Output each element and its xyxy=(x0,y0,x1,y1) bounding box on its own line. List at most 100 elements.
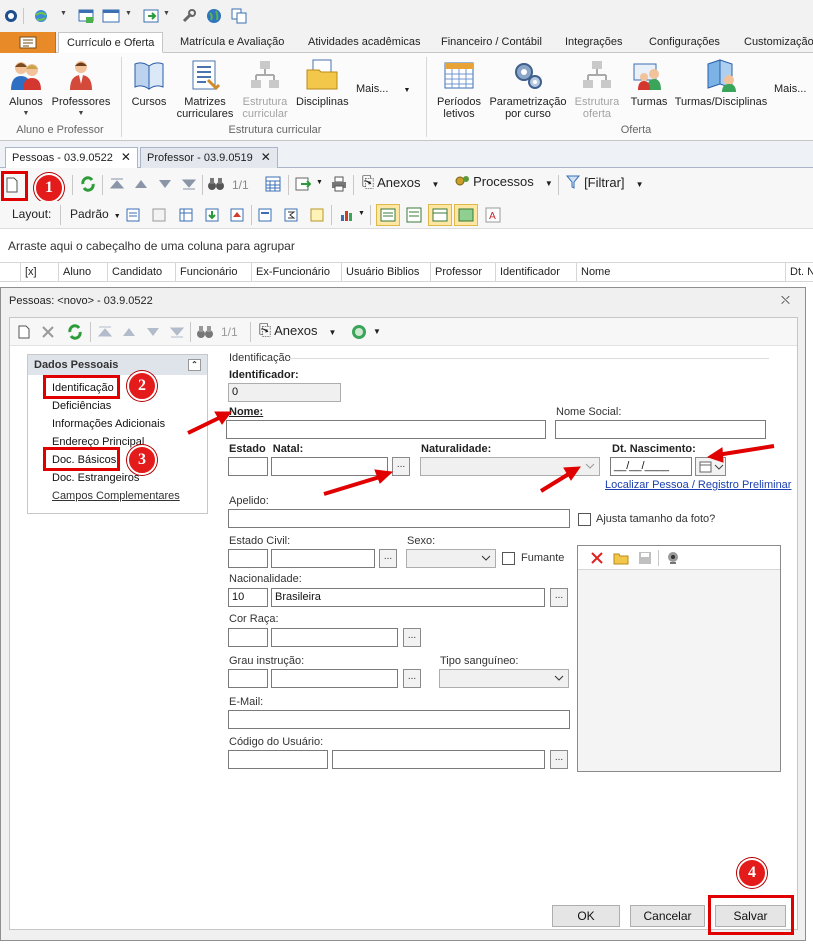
close-icon[interactable]: ✕ xyxy=(261,150,271,164)
column-header-candidato[interactable]: Candidato xyxy=(107,263,175,282)
text-format-icon[interactable]: A xyxy=(484,206,502,224)
filtrar-menu[interactable]: [Filtrar] ▼ xyxy=(565,174,644,190)
annotation-badge-1: 1 xyxy=(34,173,64,203)
toolbar-separator xyxy=(558,175,559,195)
export-arrow-icon[interactable] xyxy=(294,175,312,193)
tab-integracoes[interactable]: Integrações xyxy=(557,32,630,53)
tab-configuracoes[interactable]: Configurações xyxy=(641,32,728,53)
chevron-down-icon[interactable]: ▼ xyxy=(60,10,67,17)
parametrizacao-curso-button[interactable]: Parametrização por curso xyxy=(488,57,568,120)
grid-header: [x] Aluno Candidato Funcionário Ex-Funci… xyxy=(0,262,813,282)
tab-customizacao[interactable]: Customização xyxy=(736,32,813,53)
disciplinas-button[interactable]: Disciplinas xyxy=(296,57,349,108)
binoculars-icon[interactable] xyxy=(207,175,225,193)
last-record-icon[interactable] xyxy=(180,175,198,193)
doc-tab-professor[interactable]: Professor - 03.9.0519 ✕ xyxy=(140,147,278,168)
copy-window-icon[interactable] xyxy=(230,7,248,25)
document-tab-bar: Pessoas - 03.9.0522 ✕ Professor - 03.9.05… xyxy=(0,141,813,169)
export-icon[interactable] xyxy=(142,7,160,25)
refresh-icon[interactable] xyxy=(79,175,97,193)
mais-curricular-button[interactable]: Mais... ▼ xyxy=(356,83,410,95)
view-mode-2-icon[interactable] xyxy=(405,206,423,224)
chevron-down-icon[interactable]: ▼ xyxy=(125,10,132,17)
toolbar-separator xyxy=(251,205,252,225)
column-header-usuario-biblios[interactable]: Usuário Biblios xyxy=(341,263,430,282)
alunos-button[interactable]: Alunos ▼ xyxy=(4,57,48,120)
view-mode-1-button[interactable] xyxy=(376,204,400,226)
next-record-icon[interactable] xyxy=(156,175,174,193)
toolbar-separator xyxy=(288,175,289,195)
turmas-disciplinas-button[interactable]: Turmas/Disciplinas xyxy=(674,57,768,108)
mais-oferta-button[interactable]: Mais... xyxy=(774,83,806,95)
disciplinas-label: Disciplinas xyxy=(296,96,349,108)
window-icon[interactable] xyxy=(102,7,120,25)
column-header-nome[interactable]: Nome xyxy=(576,263,785,282)
view-mode-3-button[interactable] xyxy=(428,204,452,226)
world-icon[interactable] xyxy=(205,7,223,25)
doc-tab-pessoas[interactable]: Pessoas - 03.9.0522 ✕ xyxy=(5,147,138,169)
column-header-professor[interactable]: Professor xyxy=(430,263,495,282)
previous-record-icon[interactable] xyxy=(132,175,150,193)
application-menu-button[interactable] xyxy=(0,32,56,53)
arrow-to-nome xyxy=(187,414,224,435)
chevron-down-icon[interactable]: ▼ xyxy=(358,210,365,217)
column-header-identificador[interactable]: Identificador xyxy=(495,263,576,282)
estrutura-label: Estrutura curricular xyxy=(242,96,288,120)
layout-home-icon[interactable] xyxy=(228,206,246,224)
turmas-label: Turmas xyxy=(630,96,668,108)
tab-matricula-avaliacao[interactable]: Matrícula e Avaliação xyxy=(172,32,292,53)
professores-label: Professores xyxy=(51,96,111,108)
tab-curriculo-oferta[interactable]: Currículo e Oferta xyxy=(58,32,164,53)
column-header-aluno[interactable]: Aluno xyxy=(58,263,107,282)
qat-separator xyxy=(23,8,24,24)
matrizes-curriculares-button[interactable]: Matrizes curriculares xyxy=(175,57,235,120)
view-list-icon xyxy=(380,208,396,222)
layout-sum-icon[interactable] xyxy=(282,206,300,224)
processos-menu[interactable]: Processos ▼ xyxy=(454,174,553,189)
estrutura-curricular-button[interactable]: Estrutura curricular xyxy=(238,57,292,120)
first-record-icon[interactable] xyxy=(108,175,126,193)
group-by-hint[interactable]: Arraste aqui o cabeçalho de uma coluna p… xyxy=(0,229,813,262)
page-counter: 1/1 xyxy=(232,178,249,192)
professores-button[interactable]: Professores ▼ xyxy=(50,57,112,120)
chevron-down-icon[interactable]: ▼ xyxy=(163,10,170,17)
turmas-button[interactable]: Turmas xyxy=(626,57,672,108)
layout-import-icon[interactable] xyxy=(203,206,221,224)
close-icon[interactable]: ✕ xyxy=(121,150,131,164)
cursos-button[interactable]: Cursos xyxy=(127,57,171,108)
printer-icon[interactable] xyxy=(330,175,348,193)
svg-text:A: A xyxy=(489,211,496,222)
chart-icon[interactable] xyxy=(338,206,356,224)
column-header-ex-funcionario[interactable]: Ex-Funcionário xyxy=(251,263,341,282)
layout-label: Layout: xyxy=(12,207,52,221)
chevron-down-icon: ▼ xyxy=(113,213,121,220)
layout-selector[interactable]: Padrão ▼ xyxy=(70,207,121,221)
main-toolbar: 1 1/1 ▼ ⎘ Anexos ▼ Processos ▼ [Filtrar]… xyxy=(0,168,813,203)
chevron-down-icon[interactable]: ▼ xyxy=(316,179,323,186)
app-menu-icon xyxy=(19,36,37,49)
column-header-funcionario[interactable]: Funcionário xyxy=(175,263,251,282)
wrench-icon[interactable] xyxy=(180,7,198,25)
chevron-down-icon: ▼ xyxy=(22,110,30,117)
estrutura-oferta-button[interactable]: Estrutura oferta xyxy=(572,57,622,120)
view-mode-4-button[interactable] xyxy=(454,204,478,226)
layout-columns-icon[interactable] xyxy=(256,206,274,224)
column-header-select[interactable]: [x] xyxy=(20,263,57,282)
folder-documents-icon xyxy=(304,57,340,93)
tab-atividades-academicas[interactable]: Atividades acadêmicas xyxy=(300,32,429,53)
periodos-letivos-button[interactable]: Períodos letivos xyxy=(434,57,484,120)
mais-label: Mais... xyxy=(356,83,389,95)
tab-financeiro-contabil[interactable]: Financeiro / Contábil xyxy=(433,32,550,53)
anexos-menu[interactable]: ⎘ Anexos ▼ xyxy=(362,174,439,196)
globe-icon[interactable] xyxy=(32,7,50,25)
layout-copy-icon[interactable] xyxy=(150,206,168,224)
layout-table-icon[interactable] xyxy=(177,206,195,224)
layout-note-icon[interactable] xyxy=(308,206,326,224)
grid-view-icon[interactable] xyxy=(264,175,282,193)
window-add-icon[interactable] xyxy=(77,7,95,25)
column-header-dt-nascimento[interactable]: Dt. N xyxy=(785,263,813,282)
periodos-label: Períodos letivos xyxy=(436,96,482,120)
layout-save-icon[interactable] xyxy=(124,206,142,224)
app-orb-icon[interactable] xyxy=(2,7,20,25)
chevron-down-icon: ▼ xyxy=(403,87,411,94)
